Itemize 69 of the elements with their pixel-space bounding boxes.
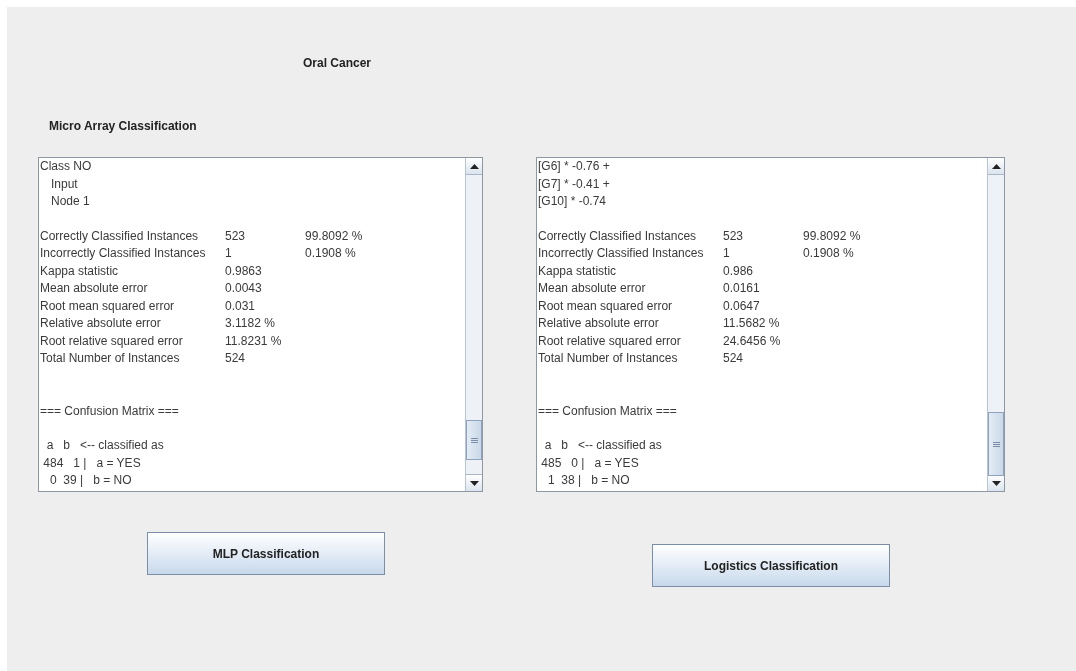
grip-icon (470, 437, 478, 443)
stat-label: Correctly Classified Instances (40, 227, 200, 245)
output-line: a b <-- classified as (45, 437, 164, 454)
output-line: [G10] * -0.74 (538, 193, 607, 210)
output-line: === Confusion Matrix === (538, 402, 677, 420)
stat-label: Relative absolute error (538, 315, 660, 332)
output-text-area[interactable] (536, 157, 1005, 492)
stat-label: Root mean squared error (40, 297, 176, 315)
stat-value: 11.5682 % (723, 315, 781, 332)
scroll-up-button[interactable] (466, 158, 482, 175)
scroll-thumb[interactable] (466, 420, 482, 460)
stat-value: 11.8231 % (225, 332, 283, 350)
output-line: a b <-- classified as (543, 437, 662, 454)
stat-label: Root relative squared error (40, 332, 184, 350)
app-title: Oral Cancer (303, 56, 372, 70)
stat-label: Root mean squared error (538, 297, 674, 315)
stat-value: 0.9863 (225, 262, 263, 280)
stat-label: Total Number of Instances (538, 350, 679, 367)
down-arrow-icon (469, 480, 479, 486)
stat-percent: 99.8092 % (305, 227, 363, 245)
scroll-thumb[interactable] (988, 412, 1004, 476)
stat-value: 3.1182 % (225, 315, 276, 332)
stat-value: 0.0161 (723, 280, 761, 297)
output-line: Node 1 (50, 193, 90, 210)
stat-value: 24.6456 % (723, 332, 782, 350)
output-line: Class NO (40, 158, 92, 175)
stat-percent: 99.8092 % (803, 227, 861, 245)
stat-label: Mean absolute error (40, 280, 149, 297)
stat-value: 0.031 (225, 297, 257, 315)
output-line: [G7] * -0.41 + (538, 175, 610, 193)
stat-label: Correctly Classified Instances (538, 227, 698, 245)
classification-button[interactable]: MLP Classification (147, 532, 385, 575)
output-line: 0 39 | b = NO (49, 472, 132, 489)
output-line: [G6] * -0.76 + (538, 158, 610, 175)
stat-value: 523 (723, 227, 745, 245)
stat-label: Mean absolute error (538, 280, 647, 297)
stat-label: Incorrectly Classified Instances (538, 245, 705, 262)
stat-label: Kappa statistic (538, 262, 618, 280)
stat-value: 1 (723, 245, 731, 262)
stat-label: Incorrectly Classified Instances (40, 245, 207, 262)
stat-value: 1 (225, 245, 233, 262)
classification-button[interactable]: Logistics Classification (652, 544, 890, 587)
grip-icon (992, 441, 1000, 447)
scroll-down-button[interactable] (466, 474, 482, 491)
output-line: 484 1 | a = YES (42, 454, 141, 472)
stat-percent: 0.1908 % (803, 245, 854, 262)
scrollbar[interactable] (465, 158, 482, 491)
stat-value: 523 (225, 227, 247, 245)
stat-value: 0.986 (723, 262, 755, 280)
stat-label: Total Number of Instances (40, 350, 181, 367)
stat-label: Kappa statistic (40, 262, 120, 280)
stat-value: 524 (225, 350, 247, 367)
stat-value: 524 (723, 350, 745, 367)
scroll-up-button[interactable] (988, 158, 1004, 175)
stat-label: Relative absolute error (40, 315, 162, 332)
stat-value: 0.0043 (225, 280, 263, 297)
stat-label: Root relative squared error (538, 332, 682, 350)
output-text-area[interactable] (38, 157, 483, 492)
output-line: === Confusion Matrix === (40, 402, 179, 420)
scrollbar[interactable] (987, 158, 1004, 491)
down-arrow-icon (991, 480, 1001, 486)
section-title: Micro Array Classification (49, 119, 197, 133)
up-arrow-icon (469, 163, 479, 169)
output-line: 485 0 | a = YES (540, 454, 639, 472)
stat-percent: 0.1908 % (305, 245, 356, 262)
stat-value: 0.0647 (723, 297, 761, 315)
up-arrow-icon (991, 163, 1001, 169)
output-line: Input (50, 175, 78, 193)
output-line: 1 38 | b = NO (547, 472, 630, 489)
